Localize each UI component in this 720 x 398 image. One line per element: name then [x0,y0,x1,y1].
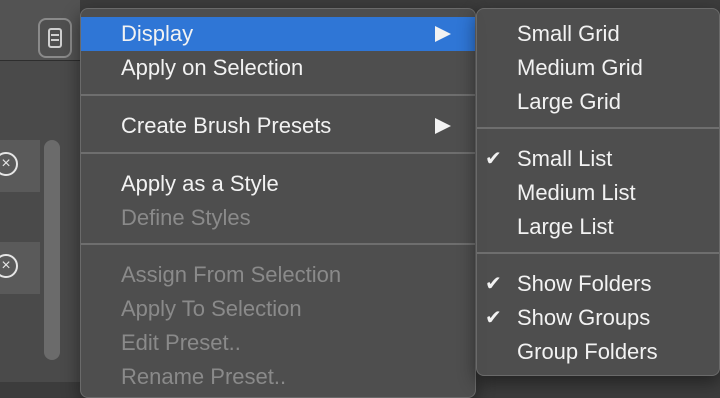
submenu-item-show-folders[interactable]: ✔ Show Folders [477,267,719,301]
close-circle-icon[interactable]: × [0,254,18,278]
panel-toolbar [0,0,80,61]
checkmark-icon: ✔ [485,148,502,170]
submenu-item-show-groups[interactable]: ✔ Show Groups [477,301,719,335]
menu-item-label: Display [121,21,194,46]
submenu-item-medium-list[interactable]: Medium List [477,176,719,210]
menu-item-label: Create Brush Presets [121,113,332,138]
submenu-item-group-folders[interactable]: Group Folders [477,335,719,369]
submenu-item-small-list[interactable]: ✔ Small List [477,142,719,176]
menu-item-assign-from-selection: Assign From Selection [81,258,475,292]
menu-item-edit-preset: Edit Preset.. [81,326,475,360]
menu-item-apply-on-selection[interactable]: Apply on Selection [81,51,475,85]
menu-item-label: Assign From Selection [121,262,342,287]
checkmark-icon: ✔ [485,307,502,329]
menu-separator [477,252,719,254]
submenu-item-small-grid[interactable]: Small Grid [477,17,719,51]
menu-separator [81,152,475,154]
context-menu: Display Apply on Selection Create Brush … [80,8,476,398]
menu-item-apply-as-style[interactable]: Apply as a Style [81,167,475,201]
menu-separator [477,127,719,129]
submenu-arrow-icon [435,26,451,42]
menu-item-label: Apply on Selection [121,55,304,80]
display-submenu: Small Grid Medium Grid Large Grid ✔ Smal… [476,8,720,376]
scrollbar[interactable] [44,140,60,360]
submenu-item-large-grid[interactable]: Large Grid [477,85,719,119]
panel-menu-button[interactable] [38,18,72,58]
preset-row[interactable]: × [0,242,40,294]
submenu-item-label: Show Folders [517,271,652,296]
menu-item-label: Rename Preset.. [121,364,287,389]
menu-item-label: Apply To Selection [121,296,302,321]
submenu-arrow-icon [435,118,451,134]
submenu-item-label: Small Grid [517,21,620,46]
submenu-item-label: Medium Grid [517,55,643,80]
preset-row[interactable]: × [0,140,40,192]
submenu-item-medium-grid[interactable]: Medium Grid [477,51,719,85]
menu-item-define-styles: Define Styles [81,201,475,235]
checkmark-icon: ✔ [485,273,502,295]
menu-item-label: Apply as a Style [121,171,279,196]
submenu-item-label: Large List [517,214,614,239]
submenu-item-label: Group Folders [517,339,658,364]
panel-menu-icon [48,28,62,48]
menu-separator [81,243,475,245]
submenu-item-label: Large Grid [517,89,621,114]
menu-item-label: Define Styles [121,205,251,230]
menu-item-create-brush-presets[interactable]: Create Brush Presets [81,109,475,143]
menu-item-rename-preset: Rename Preset.. [81,360,475,394]
submenu-item-label: Show Groups [517,305,651,330]
submenu-item-label: Medium List [517,180,636,205]
close-circle-icon[interactable]: × [0,152,18,176]
submenu-item-label: Small List [517,146,613,171]
menu-item-display[interactable]: Display [81,17,475,51]
menu-separator [81,94,475,96]
submenu-item-large-list[interactable]: Large List [477,210,719,244]
menu-item-label: Edit Preset.. [121,330,241,355]
menu-item-apply-to-selection: Apply To Selection [81,292,475,326]
